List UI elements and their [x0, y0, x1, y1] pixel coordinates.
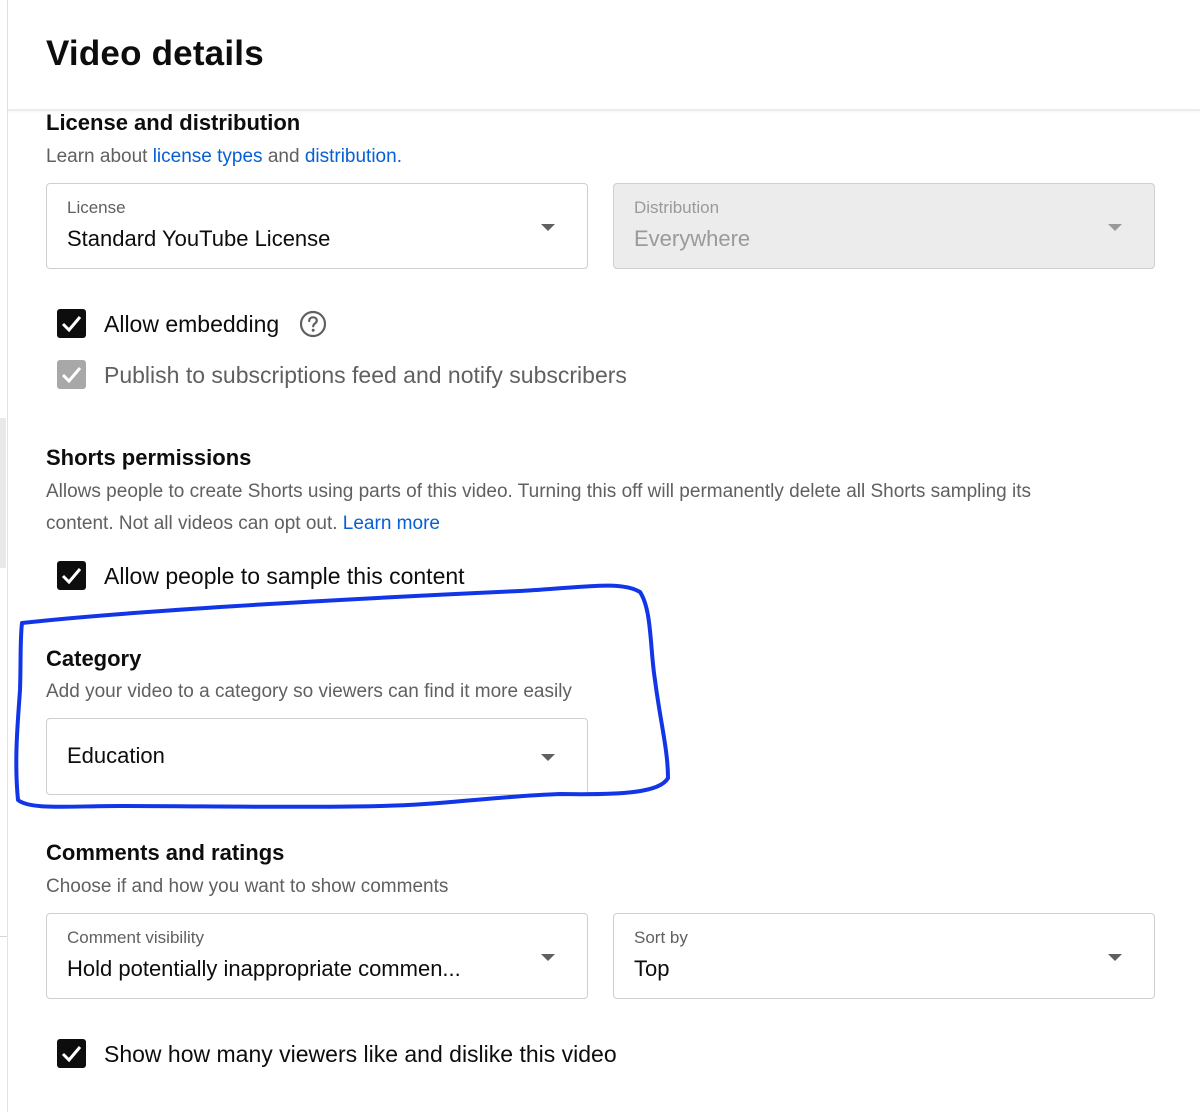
hand-drawn-annotation [14, 583, 670, 809]
